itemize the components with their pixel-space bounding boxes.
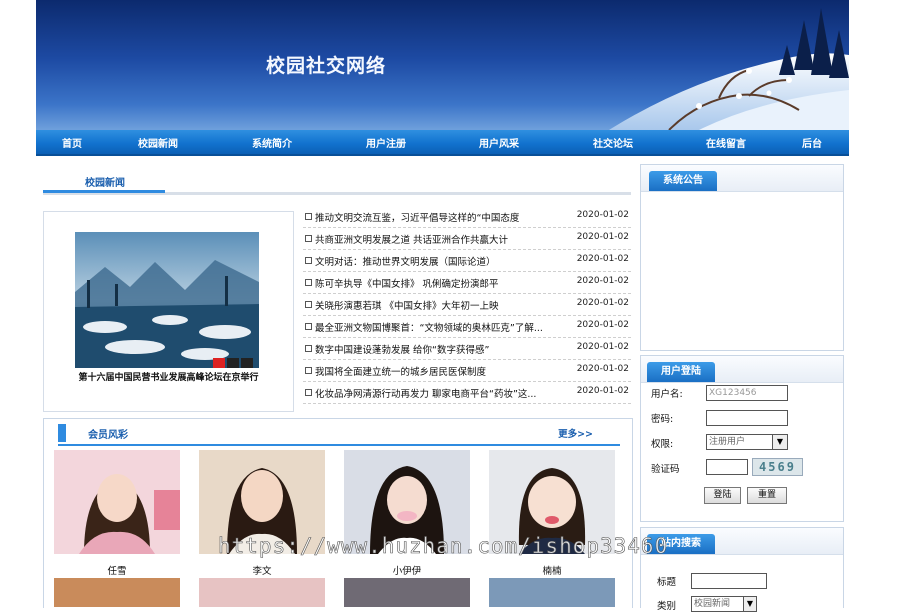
- bullet-icon: [305, 213, 312, 220]
- news-item[interactable]: 最全亚洲文物国博聚首：“文物领域的奥林匹克”了解... 2020-01-02: [303, 316, 631, 338]
- nav-item-message-board[interactable]: 在线留言: [706, 135, 746, 150]
- login-button[interactable]: 登陆: [704, 487, 741, 504]
- announcement-title: 系统公告: [649, 171, 717, 191]
- announcement-header: 系统公告: [641, 165, 843, 192]
- more-members-link[interactable]: 更多>>: [558, 426, 593, 440]
- nav-item-home[interactable]: 首页: [62, 135, 82, 150]
- news-title[interactable]: 推动文明交流互鉴，习近平倡导这样的“中国态度: [315, 210, 565, 224]
- news-title[interactable]: 我国将全面建立统一的城乡居民医保制度: [315, 364, 565, 378]
- nav-item-user-showcase[interactable]: 用户风采: [479, 135, 519, 150]
- chevron-down-icon[interactable]: ▼: [772, 435, 787, 449]
- username-input[interactable]: XG123456: [706, 385, 788, 401]
- role-selected-value: 注册用户: [709, 437, 746, 447]
- member-photo[interactable]: [54, 450, 180, 554]
- captcha-label: 验证码: [651, 464, 680, 475]
- featured-news-photo[interactable]: [75, 232, 259, 368]
- search-title-input[interactable]: [691, 573, 767, 589]
- news-date: 2020-01-02: [576, 320, 629, 330]
- password-label: 密码:: [651, 414, 674, 425]
- nav-item-register[interactable]: 用户注册: [366, 135, 406, 150]
- site-title: 校园社交网络: [266, 55, 387, 77]
- role-label: 权限:: [651, 439, 674, 450]
- news-title[interactable]: 文明对话：推动世界文明发展（国际论道）: [315, 254, 565, 268]
- news-item[interactable]: 关晓彤演惠若琪 《中国女排》大年初一上映 2020-01-02: [303, 294, 631, 316]
- login-header: 用户登陆: [641, 356, 843, 383]
- bullet-icon: [305, 279, 312, 286]
- login-title: 用户登陆: [647, 362, 715, 382]
- watermark-text: https://www.huzhan.com/ishop33460: [218, 534, 669, 559]
- news-title[interactable]: 最全亚洲文物国博聚首：“文物领域的奥林匹克”了解...: [315, 320, 565, 334]
- role-select[interactable]: 注册用户 ▼: [706, 434, 788, 450]
- member-name[interactable]: 楠楠: [489, 563, 615, 577]
- nav-item-system-intro[interactable]: 系统简介: [252, 135, 292, 150]
- news-list: 推动文明交流互鉴，习近平倡导这样的“中国态度 2020-01-02 共商亚洲文明发…: [303, 206, 631, 404]
- members-section-header: 会员风彩 更多>>: [43, 418, 631, 446]
- news-date: 2020-01-02: [576, 210, 629, 220]
- search-category-label: 类别: [657, 601, 677, 612]
- news-title[interactable]: 共商亚洲文明发展之道 共话亚洲合作共赢大计: [315, 232, 565, 246]
- news-item[interactable]: 推动文明交流互鉴，习近平倡导这样的“中国态度 2020-01-02: [303, 206, 631, 228]
- bullet-icon: [305, 257, 312, 264]
- news-date: 2020-01-02: [576, 254, 629, 264]
- nav-item-forum[interactable]: 社交论坛: [593, 135, 633, 150]
- news-title[interactable]: 陈可辛执导《中国女排》 巩俐确定扮演郎平: [315, 276, 565, 290]
- news-item[interactable]: 化妆品净网清源行动再发力 聊家电商平台“药妆”这... 2020-01-02: [303, 382, 631, 404]
- main-nav: 首页 校园新闻 系统简介 用户注册 用户风采 社交论坛 在线留言 后台: [36, 130, 849, 156]
- bullet-icon: [305, 389, 312, 396]
- search-title-label: 标题: [657, 577, 677, 588]
- news-date: 2020-01-02: [576, 298, 629, 308]
- news-tab-underline: [43, 190, 165, 193]
- bullet-icon: [305, 235, 312, 242]
- password-input[interactable]: [706, 410, 788, 426]
- member-photo[interactable]: [199, 578, 325, 607]
- header-banner: 校园社交网络: [36, 0, 849, 130]
- captcha-image[interactable]: 4569: [752, 458, 803, 476]
- login-panel: 用户登陆 用户名: XG123456 密码: 权限: 注册用户 ▼ 验证码 45…: [640, 355, 844, 522]
- lake-landscape-image: [75, 232, 259, 368]
- captcha-input[interactable]: [706, 459, 748, 475]
- member-name[interactable]: 李文: [199, 563, 325, 577]
- news-item[interactable]: 共商亚洲文明发展之道 共话亚洲合作共赢大计 2020-01-02: [303, 228, 631, 250]
- announcement-panel: 系统公告: [640, 164, 844, 351]
- news-date: 2020-01-02: [576, 342, 629, 352]
- bullet-icon: [305, 323, 312, 330]
- search-category-select[interactable]: 校园新闻 ▼: [691, 596, 757, 612]
- news-title[interactable]: 化妆品净网清源行动再发力 聊家电商平台“药妆”这...: [315, 386, 565, 400]
- member-photo[interactable]: [344, 578, 470, 607]
- bullet-icon: [305, 367, 312, 374]
- reset-button[interactable]: 重置: [747, 487, 787, 504]
- featured-news-caption[interactable]: 第十六届中国民营书业发展高峰论坛在京举行: [44, 370, 293, 383]
- chevron-down-icon[interactable]: ▼: [743, 597, 756, 611]
- news-item[interactable]: 文明对话：推动世界文明发展（国际论道） 2020-01-02: [303, 250, 631, 272]
- member-portrait-image: [54, 450, 180, 554]
- member-photo[interactable]: [489, 578, 615, 607]
- search-panel: 站内搜索 标题 类别 校园新闻 ▼: [640, 527, 844, 612]
- news-date: 2020-01-02: [576, 276, 629, 286]
- search-header: 站内搜索: [641, 528, 843, 555]
- category-selected-value: 校园新闻: [694, 599, 731, 609]
- bullet-icon: [305, 301, 312, 308]
- member-photo[interactable]: [54, 578, 180, 607]
- member-name[interactable]: 任雪: [54, 563, 180, 577]
- news-title[interactable]: 数字中国建设蓬勃发展 给你“数字获得感”: [315, 342, 565, 356]
- featured-news-box: 第十六届中国民营书业发展高峰论坛在京举行: [43, 211, 294, 412]
- username-label: 用户名:: [651, 389, 683, 400]
- news-date: 2020-01-02: [576, 232, 629, 242]
- bullet-icon: [305, 345, 312, 352]
- nav-item-campus-news[interactable]: 校园新闻: [138, 135, 178, 150]
- news-date: 2020-01-02: [576, 364, 629, 374]
- section-bar-icon: [58, 424, 66, 442]
- news-section-header: 校园新闻: [43, 164, 631, 195]
- members-section-title: 会员风彩: [88, 430, 128, 441]
- news-title[interactable]: 关晓彤演惠若琪 《中国女排》大年初一上映: [315, 298, 565, 312]
- news-item[interactable]: 我国将全面建立统一的城乡居民医保制度 2020-01-02: [303, 360, 631, 382]
- news-item[interactable]: 陈可辛执导《中国女排》 巩俐确定扮演郎平 2020-01-02: [303, 272, 631, 294]
- news-date: 2020-01-02: [576, 386, 629, 396]
- winter-scene-illustration: [609, 8, 849, 130]
- news-section-title[interactable]: 校园新闻: [85, 174, 125, 189]
- section-divider: [58, 444, 620, 446]
- news-item[interactable]: 数字中国建设蓬勃发展 给你“数字获得感” 2020-01-02: [303, 338, 631, 360]
- member-name[interactable]: 小伊伊: [344, 563, 470, 577]
- nav-item-admin[interactable]: 后台: [802, 135, 822, 150]
